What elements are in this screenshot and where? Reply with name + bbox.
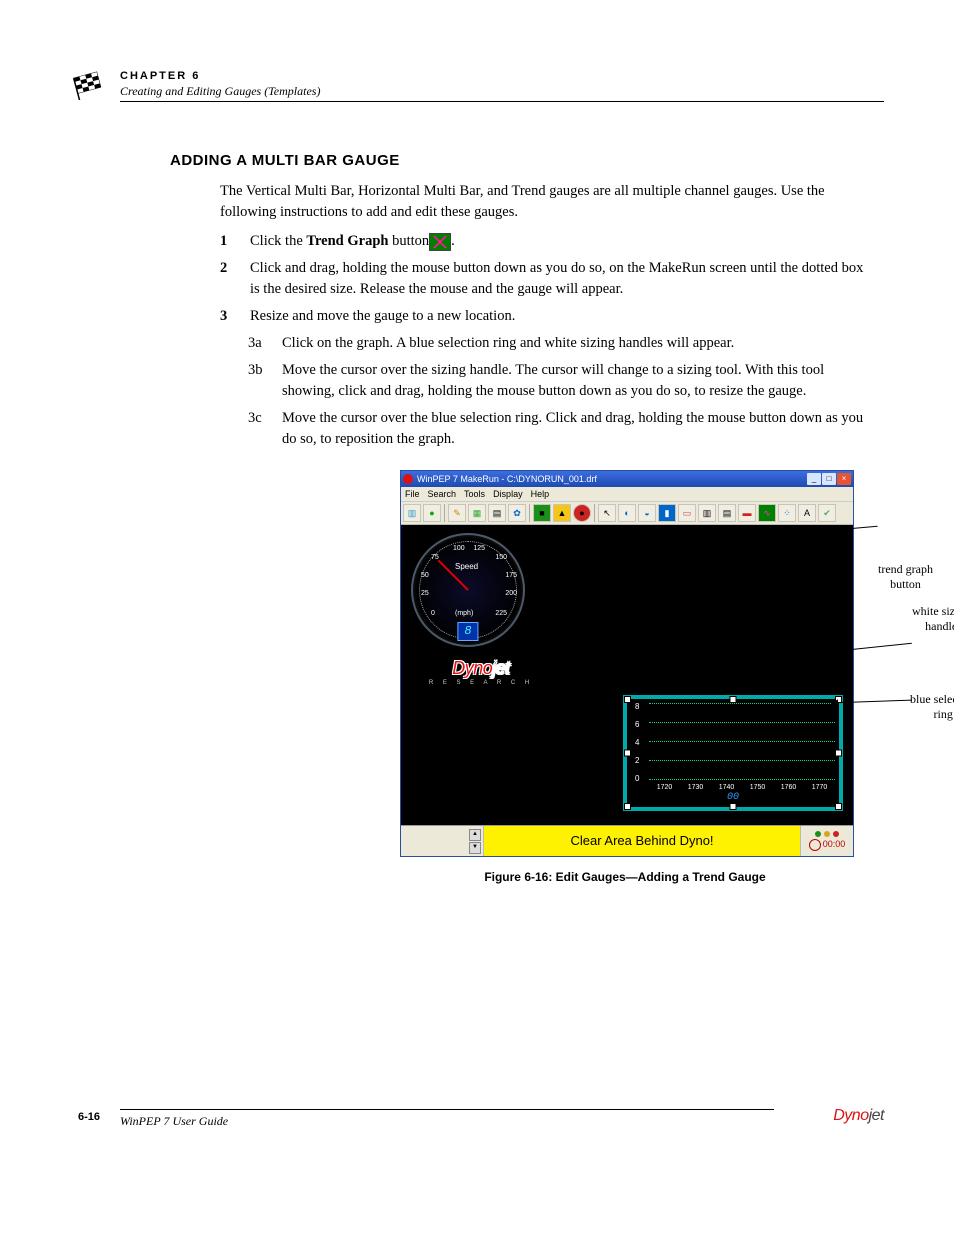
status-right-panel: 00:00: [800, 826, 853, 856]
toolbar-button[interactable]: ■: [533, 504, 551, 522]
status-left-panel: ▲ ▼: [401, 826, 484, 856]
menu-display[interactable]: Display: [493, 488, 523, 501]
toolbar-button[interactable]: ◐: [618, 504, 636, 522]
window-titlebar[interactable]: WinPEP 7 MakeRun - C:\DYNORUN_001.drf _ …: [401, 471, 853, 487]
led-red-icon: [833, 831, 839, 837]
toolbar-cursor-button[interactable]: ↖: [598, 504, 616, 522]
gauge-value: 8: [457, 622, 478, 641]
toolbar-button[interactable]: ▭: [678, 504, 696, 522]
toolbar-button[interactable]: ✎: [448, 504, 466, 522]
app-icon: [403, 474, 413, 484]
toolbar-button[interactable]: ●: [573, 504, 591, 522]
menu-help[interactable]: Help: [531, 488, 550, 501]
toolbar-button[interactable]: ⁘: [778, 504, 796, 522]
resize-handle[interactable]: [835, 803, 842, 810]
toolbar-button[interactable]: ●: [423, 504, 441, 522]
toolbar-button[interactable]: ✔: [818, 504, 836, 522]
toolbar-button[interactable]: ▤: [718, 504, 736, 522]
resize-handle[interactable]: [835, 750, 842, 757]
figure-caption: Figure 6-16: Edit Gauges—Adding a Trend …: [250, 869, 954, 886]
intro-paragraph: The Vertical Multi Bar, Horizontal Multi…: [220, 181, 864, 223]
resize-handle[interactable]: [624, 696, 631, 703]
checkered-flag-icon: [70, 70, 110, 100]
toolbar-button[interactable]: ▮: [658, 504, 676, 522]
trend-graph-icon: [429, 233, 451, 251]
step-2-text: Click and drag, holding the mouse button…: [250, 258, 864, 300]
callout-trend-button: trend graphbutton: [878, 562, 933, 591]
minimize-button[interactable]: _: [807, 473, 821, 485]
toolbar[interactable]: ▥ ● ✎ ▦ ▤ ✿ ■ ▲ ● ↖ ◐ ◒ ▮ ▭: [401, 502, 853, 525]
chart-plot-area: [649, 703, 835, 779]
resize-handle[interactable]: [624, 803, 631, 810]
step-1-text: Click the Trend Graph button.: [250, 231, 864, 252]
step-3b-text: Move the cursor over the sizing handle. …: [282, 360, 864, 402]
chapter-subtitle: Creating and Editing Gauges (Templates): [120, 84, 884, 99]
status-message: Clear Area Behind Dyno!: [484, 826, 800, 856]
page-footer: 6-16 Dynojet WinPEP 7 User Guide: [70, 1107, 884, 1129]
callout-selection-ring: blue selectionring: [910, 692, 954, 721]
guide-name: WinPEP 7 User Guide: [120, 1114, 884, 1129]
substep-label: 3c: [248, 408, 268, 429]
step-number: 1: [220, 231, 238, 252]
page-number: 6-16: [78, 1111, 100, 1123]
toolbar-trend-graph-button[interactable]: ∿: [758, 504, 776, 522]
page-header: CHAPTER 6 Creating and Editing Gauges (T…: [70, 70, 884, 102]
trend-gauge[interactable]: 8 6 4 2 0 1720 1730 1740 1750 1760 1770: [623, 695, 843, 811]
step-number: 2: [220, 258, 238, 279]
toolbar-text-button[interactable]: A: [798, 504, 816, 522]
footer-logo: Dynojet: [833, 1107, 884, 1125]
menu-file[interactable]: File: [405, 488, 420, 501]
chapter-label: CHAPTER 6: [120, 70, 884, 82]
close-button[interactable]: ×: [837, 473, 851, 485]
makerun-canvas[interactable]: 0 25 50 75 100 125 150 175 200 225 Speed…: [401, 525, 853, 825]
resize-handle[interactable]: [730, 696, 737, 703]
step-3c-text: Move the cursor over the blue selection …: [282, 408, 864, 450]
toolbar-button[interactable]: ◒: [638, 504, 656, 522]
callout-sizing-handle: white sizinghandle: [912, 604, 954, 633]
section-title: ADDING A MULTI BAR GAUGE: [170, 152, 884, 169]
maximize-button[interactable]: □: [822, 473, 836, 485]
toolbar-button[interactable]: ✿: [508, 504, 526, 522]
led-amber-icon: [824, 831, 830, 837]
step-3-text: Resize and move the gauge to a new locat…: [250, 306, 864, 327]
menu-tools[interactable]: Tools: [464, 488, 485, 501]
spinner-up-button[interactable]: ▲: [469, 829, 481, 841]
window-title: WinPEP 7 MakeRun - C:\DYNORUN_001.drf: [417, 473, 597, 486]
stopwatch-icon: [809, 839, 821, 851]
toolbar-button[interactable]: ▬: [738, 504, 756, 522]
spinner-down-button[interactable]: ▼: [469, 842, 481, 854]
toolbar-button[interactable]: ▤: [488, 504, 506, 522]
substep-label: 3a: [248, 333, 268, 354]
chart-bottom-value: 00: [727, 791, 739, 806]
led-green-icon: [815, 831, 821, 837]
app-window: WinPEP 7 MakeRun - C:\DYNORUN_001.drf _ …: [400, 470, 854, 857]
toolbar-button[interactable]: ▦: [468, 504, 486, 522]
step-3a-text: Click on the graph. A blue selection rin…: [282, 333, 864, 354]
toolbar-button[interactable]: ▥: [698, 504, 716, 522]
dynojet-logo: Dynojet R E S E A R C H: [411, 655, 551, 688]
substep-label: 3b: [248, 360, 268, 381]
resize-handle[interactable]: [624, 750, 631, 757]
menu-search[interactable]: Search: [428, 488, 457, 501]
speedometer-gauge[interactable]: 0 25 50 75 100 125 150 175 200 225 Speed…: [411, 533, 525, 647]
toolbar-button[interactable]: ▲: [553, 504, 571, 522]
menubar[interactable]: File Search Tools Display Help: [401, 487, 853, 502]
timer-value: 00:00: [823, 838, 846, 851]
step-number: 3: [220, 306, 238, 327]
toolbar-button[interactable]: ▥: [403, 504, 421, 522]
